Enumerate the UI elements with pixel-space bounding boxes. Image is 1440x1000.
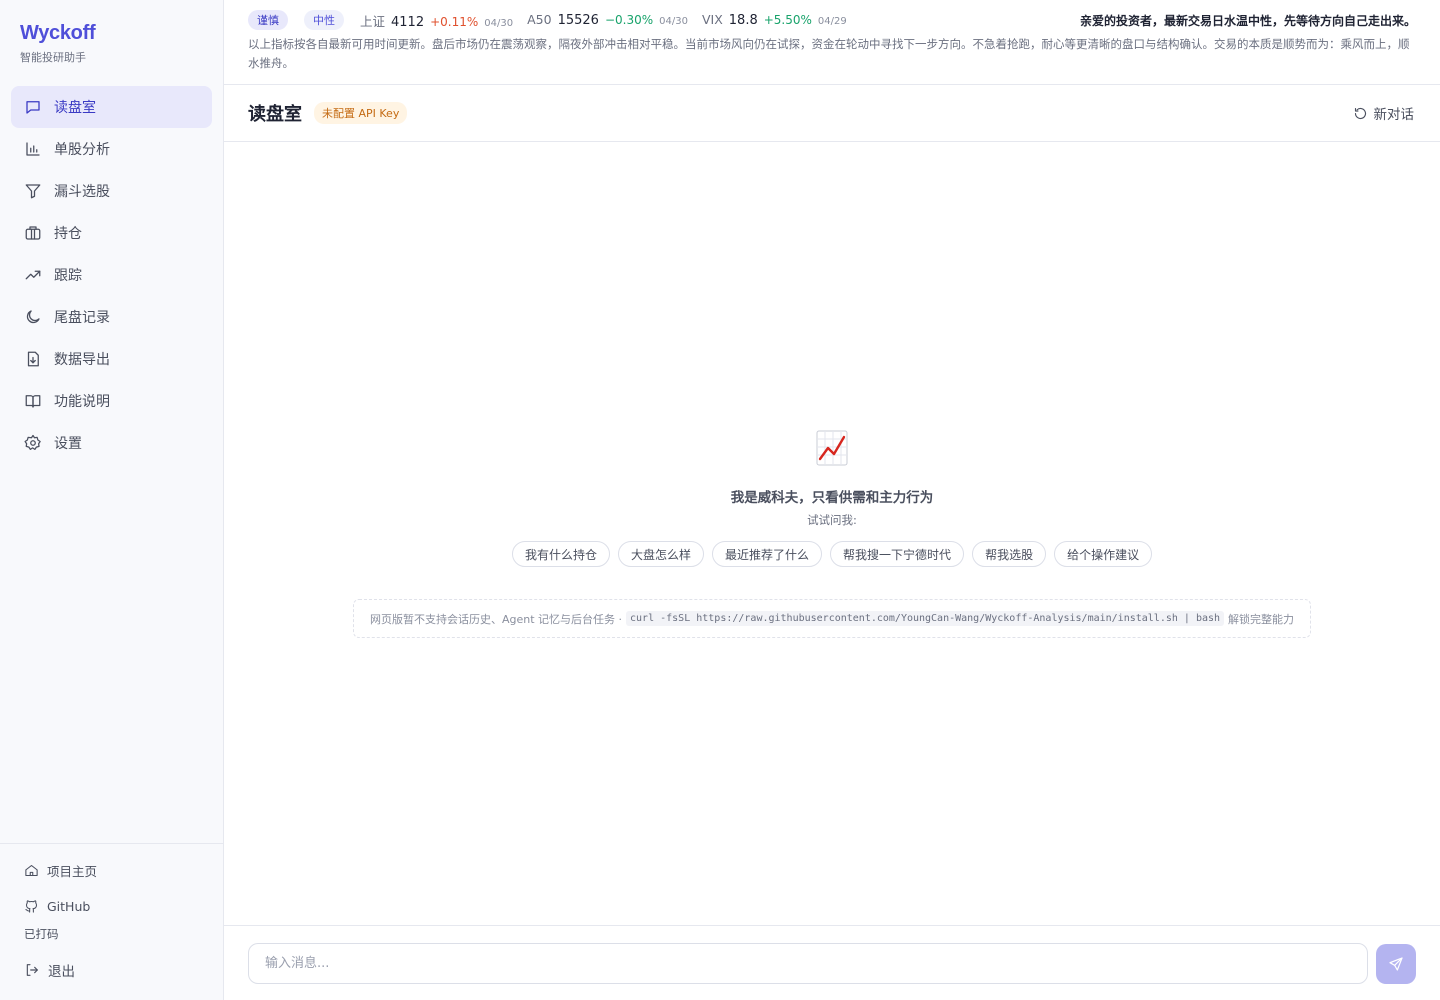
index-vix: VIX 18.8 +5.50% 04/29 bbox=[702, 12, 847, 28]
logout-button[interactable]: 退出 bbox=[0, 960, 223, 980]
index-value: 4112 bbox=[391, 14, 425, 30]
gear-icon bbox=[24, 434, 42, 452]
user-name: 已打码 bbox=[24, 927, 59, 941]
sidebar-item-docs[interactable]: 功能说明 bbox=[11, 380, 212, 422]
index-date: 04/30 bbox=[484, 17, 514, 29]
trending-up-icon bbox=[24, 266, 42, 284]
suggestion-chip[interactable]: 帮我搜一下宁德时代 bbox=[830, 541, 965, 567]
logout-label: 退出 bbox=[48, 964, 75, 980]
github-label: GitHub bbox=[47, 898, 91, 914]
web-limitation-notice: 网页版暂不支持会话历史、Agent 记忆与后台任务 · curl -fsSL h… bbox=[353, 599, 1311, 638]
sidebar-item-label: 设置 bbox=[54, 436, 82, 452]
sidebar-nav: 读盘室 单股分析 漏斗选股 持仓 跟踪 尾盘记录 数据导出 功能说明 设置 bbox=[11, 86, 212, 464]
sidebar-item-close-log[interactable]: 尾盘记录 bbox=[11, 296, 212, 338]
index-value: 18.8 bbox=[728, 13, 758, 28]
sidebar-item-label: 漏斗选股 bbox=[54, 184, 110, 200]
chart-increasing-icon bbox=[816, 430, 848, 466]
index-name: VIX bbox=[701, 12, 723, 27]
briefcase-icon bbox=[24, 224, 42, 242]
market-note: 以上指标按各自最新可用时间更新。盘后市场仍在震荡观察，隔夜外部冲击相对平稳。当前… bbox=[248, 37, 1410, 70]
new-chat-button[interactable]: 新对话 bbox=[1353, 103, 1415, 123]
brand: Wyckoff 智能投研助手 bbox=[20, 22, 96, 65]
suggestion-chip[interactable]: 最近推荐了什么 bbox=[712, 541, 823, 567]
brand-title[interactable]: Wyckoff bbox=[20, 22, 96, 45]
index-value: 15526 bbox=[557, 13, 599, 28]
suggestion-chips: 我有什么持仓 大盘怎么样 最近推荐了什么 帮我搜一下宁德时代 帮我选股 给个操作… bbox=[512, 541, 1160, 567]
index-date: 04/29 bbox=[817, 16, 847, 27]
suggestion-chip[interactable]: 给个操作建议 bbox=[1054, 541, 1153, 567]
funnel-icon bbox=[24, 182, 42, 200]
github-link[interactable]: GitHub bbox=[0, 896, 223, 916]
message-composer bbox=[224, 925, 1440, 1000]
sidebar-item-label: 单股分析 bbox=[54, 142, 110, 158]
project-home-label: 项目主页 bbox=[47, 863, 98, 879]
sidebar-item-reading-room[interactable]: 读盘室 bbox=[11, 86, 212, 128]
investor-greeting: 亲爱的投资者，最新交易日水温中性，先等待方向自己走出来。 bbox=[1079, 13, 1416, 28]
sidebar-item-label: 数据导出 bbox=[54, 352, 110, 368]
suggestion-chip[interactable]: 帮我选股 bbox=[972, 541, 1047, 567]
try-asking-label: 试试问我: bbox=[807, 513, 857, 527]
sidebar: Wyckoff 智能投研助手 读盘室 单股分析 漏斗选股 持仓 跟踪 尾盘记录 bbox=[0, 0, 224, 1000]
moon-icon bbox=[24, 308, 42, 326]
sidebar-item-holdings[interactable]: 持仓 bbox=[11, 212, 212, 254]
sidebar-item-label: 读盘室 bbox=[54, 100, 96, 116]
logout-icon bbox=[26, 964, 38, 976]
index-date: 04/30 bbox=[659, 16, 688, 27]
suggestion-chip[interactable]: 大盘怎么样 bbox=[618, 541, 705, 567]
index-name: A50 bbox=[527, 12, 552, 27]
temperature-badge: 中性 bbox=[304, 10, 344, 30]
index-name: 上证 bbox=[360, 13, 386, 29]
mood-badge: 谨慎 bbox=[248, 10, 288, 30]
index-change: −0.30% bbox=[604, 13, 654, 27]
sidebar-item-stock-analysis[interactable]: 单股分析 bbox=[11, 128, 212, 170]
file-download-icon bbox=[24, 350, 42, 368]
api-key-warning-badge: 未配置 API Key bbox=[314, 102, 408, 124]
sidebar-item-funnel[interactable]: 漏斗选股 bbox=[11, 170, 212, 212]
sidebar-item-label: 功能说明 bbox=[54, 394, 110, 410]
sidebar-footer: 项目主页 GitHub 已打码 退出 bbox=[0, 843, 223, 980]
send-button[interactable] bbox=[1376, 944, 1416, 984]
message-input[interactable] bbox=[248, 943, 1368, 984]
refresh-icon bbox=[1354, 107, 1366, 119]
book-icon bbox=[24, 392, 42, 410]
page-header: 读盘室 未配置 API Key 新对话 bbox=[224, 85, 1440, 142]
ticker-row: 谨慎 中性 上证 4112 +0.11% 04/30 A50 15526 −0.… bbox=[248, 10, 1416, 30]
index-a50: A50 15526 −0.30% 04/30 bbox=[527, 12, 688, 28]
sidebar-item-label: 尾盘记录 bbox=[54, 310, 110, 326]
new-chat-label: 新对话 bbox=[1373, 107, 1415, 123]
suggestion-chip[interactable]: 我有什么持仓 bbox=[512, 541, 611, 567]
home-icon bbox=[25, 864, 38, 876]
sidebar-item-label: 跟踪 bbox=[54, 268, 82, 284]
chat-icon bbox=[24, 98, 42, 116]
send-icon bbox=[1389, 957, 1403, 971]
project-home-link[interactable]: 项目主页 bbox=[0, 860, 223, 880]
sidebar-item-data-export[interactable]: 数据导出 bbox=[11, 338, 212, 380]
brand-subtitle: 智能投研助手 bbox=[20, 51, 86, 64]
page-title: 读盘室 bbox=[248, 104, 302, 125]
market-ticker: 谨慎 中性 上证 4112 +0.11% 04/30 A50 15526 −0.… bbox=[224, 0, 1440, 85]
github-icon bbox=[25, 899, 38, 913]
sidebar-item-settings[interactable]: 设置 bbox=[11, 422, 212, 464]
index-change: +5.50% bbox=[763, 13, 812, 27]
notice-suffix: 解锁完整能力 bbox=[1228, 612, 1295, 626]
sidebar-item-tracking[interactable]: 跟踪 bbox=[11, 254, 212, 296]
notice-prefix: 网页版暂不支持会话历史、Agent 记忆与后台任务 · bbox=[369, 612, 623, 626]
index-shanghai: 上证 4112 +0.11% 04/30 bbox=[360, 11, 513, 30]
index-change: +0.11% bbox=[430, 14, 479, 29]
sidebar-item-label: 持仓 bbox=[54, 226, 82, 242]
bar-chart-icon bbox=[24, 140, 42, 158]
empty-state-headline: 我是威科夫，只看供需和主力行为 bbox=[730, 490, 934, 506]
install-command[interactable]: curl -fsSL https://raw.githubusercontent… bbox=[626, 611, 1225, 626]
